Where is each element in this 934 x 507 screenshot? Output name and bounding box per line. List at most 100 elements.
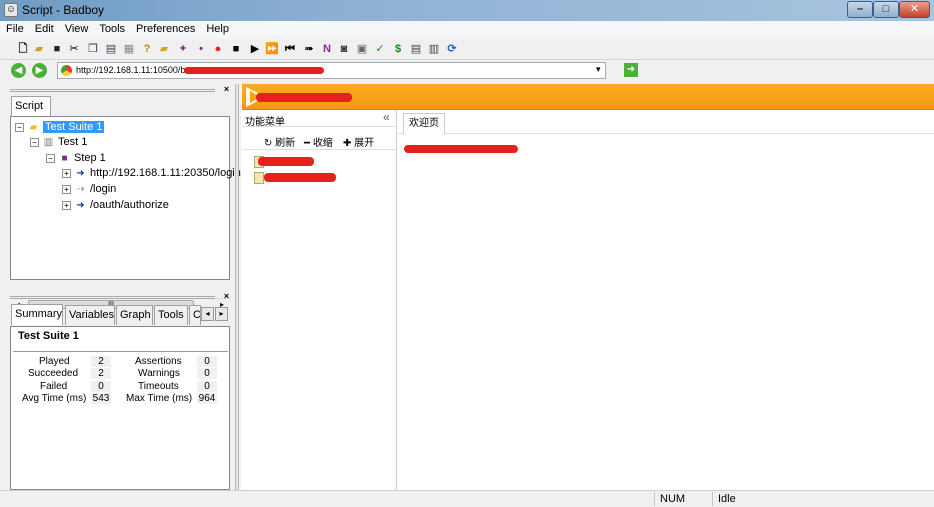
tab-summary[interactable]: Summary xyxy=(11,304,63,325)
play-icon[interactable]: ▶ xyxy=(248,42,262,56)
tree-item-test-suite[interactable]: − ▰ Test Suite 1 xyxy=(15,121,105,136)
screenshot-icon[interactable]: ◙ xyxy=(337,42,351,56)
redaction-mark[interactable] xyxy=(264,173,336,182)
menu-tools[interactable]: Tools xyxy=(93,21,130,35)
tree-item-request[interactable]: + ➜/oauth/authorize xyxy=(62,199,169,214)
menu-help[interactable]: Help xyxy=(200,21,234,35)
report-icon[interactable]: ▥ xyxy=(427,42,441,56)
open-folder-icon[interactable]: ▰ xyxy=(157,42,171,56)
open-icon[interactable]: ▰ xyxy=(32,42,46,56)
menu-edit[interactable]: Edit xyxy=(29,21,59,35)
request-arrow-icon: ➜ xyxy=(76,200,85,211)
stat-label: Avg Time (ms) xyxy=(22,393,87,404)
chrome-icon xyxy=(61,65,72,76)
summary-title: Test Suite 1 xyxy=(18,330,79,342)
stat-label: Assertions xyxy=(135,356,182,367)
collapse-icon[interactable]: − xyxy=(46,153,55,163)
tab-scroll-left-icon[interactable]: ◂ xyxy=(201,307,214,321)
refresh-button[interactable]: ↻ 刷新 xyxy=(264,134,295,149)
record-icon[interactable]: ● xyxy=(211,42,225,56)
stat-value: 964 xyxy=(197,393,217,404)
window-title: Script - Badboy xyxy=(22,3,105,17)
tab-scroll-right-icon[interactable]: ▸ xyxy=(215,307,228,321)
tab-variables[interactable]: Variables xyxy=(65,305,115,325)
check-icon[interactable]: ✓ xyxy=(373,42,387,56)
toolbar: 🗋 ▰ ■ ✂ ❐ ▤ ▦ ? ▰ ✦ • ● ■ ▶ ⏩ ⏮ ➠ N ◙ ▣ … xyxy=(0,39,934,60)
help-icon[interactable]: ? xyxy=(140,42,154,56)
left-pane: × Script − ▰ Test Suite 1 − ▥ Test 1 − ■ Step … xyxy=(8,84,241,490)
summary-panel-header: × xyxy=(8,292,233,303)
refresh-icon: ↻ xyxy=(264,138,273,149)
page-icon xyxy=(254,172,264,184)
forward-icon[interactable]: ▶ xyxy=(32,63,47,78)
num-lock-indicator: NUM xyxy=(654,492,712,506)
url-input[interactable]: http://192.168.1.11:10500/b ▾ xyxy=(57,62,606,79)
collapse-all-button[interactable]: ━ 收缩 xyxy=(304,134,333,149)
stat-value: 2 xyxy=(91,356,111,367)
expand-icon: ✚ xyxy=(343,138,352,149)
url-text: http://192.168.1.11:10500/b xyxy=(76,65,186,75)
back-icon[interactable]: ◀ xyxy=(11,63,26,78)
badboy-icon: ☺ xyxy=(4,3,18,17)
cut-icon[interactable]: ✂ xyxy=(67,42,81,56)
expand-icon[interactable]: + xyxy=(62,200,71,210)
n-icon[interactable]: N xyxy=(320,42,334,56)
refresh-icon[interactable]: ⟳ xyxy=(445,42,459,56)
stat-label: Max Time (ms) xyxy=(126,393,193,404)
summary-view: Test Suite 1 Played 2 Succeeded 2 Failed… xyxy=(10,326,230,490)
tab-welcome[interactable]: 欢迎页 xyxy=(403,113,445,134)
form-icon[interactable]: ▤ xyxy=(409,42,423,56)
status-text: Idle xyxy=(712,492,934,506)
step-icon: ■ xyxy=(61,153,68,164)
folder-icon: ▰ xyxy=(29,122,38,133)
web-content xyxy=(398,110,934,490)
close-icon[interactable]: × xyxy=(222,85,231,94)
add-step-icon[interactable]: • xyxy=(194,42,208,56)
stop-icon[interactable]: ■ xyxy=(229,42,243,56)
collapse-menu-button[interactable]: « xyxy=(383,110,390,124)
minimize-button[interactable]: – xyxy=(847,1,873,18)
menu-preferences[interactable]: Preferences xyxy=(130,21,200,35)
redaction-mark[interactable] xyxy=(258,157,314,166)
collapse-icon[interactable]: − xyxy=(15,122,24,132)
tree-item-request[interactable]: + ⇢/login xyxy=(62,183,116,198)
close-button[interactable]: ✕ xyxy=(899,1,930,18)
save-icon[interactable]: ■ xyxy=(50,42,64,56)
pane-splitter[interactable] xyxy=(235,84,239,490)
go-icon[interactable]: ➜ xyxy=(624,63,638,77)
url-dropdown-icon[interactable]: ▾ xyxy=(596,64,601,75)
menu-bar: File Edit View Tools Preferences Help xyxy=(0,21,934,39)
tree-item-request[interactable]: + ➜ http://192.168.1.11:20350/login xyxy=(62,167,241,182)
print-icon[interactable]: ▦ xyxy=(122,42,136,56)
web-side-menu: 功能菜单 « ↻ 刷新 ━ 收缩 ✚ 展开 xyxy=(242,110,397,490)
collapse-icon: ━ xyxy=(304,138,311,149)
tab-graph[interactable]: Graph xyxy=(116,305,153,325)
checkpoint-icon[interactable]: ▣ xyxy=(355,42,369,56)
add-item-icon[interactable]: ✦ xyxy=(176,42,190,56)
variable-icon[interactable]: $ xyxy=(391,42,405,56)
tree-item-test[interactable]: − ▥ Test 1 xyxy=(30,136,87,151)
expand-icon[interactable]: + xyxy=(62,168,71,178)
expand-icon[interactable]: + xyxy=(62,184,71,194)
tab-more[interactable]: C xyxy=(189,305,201,325)
collapse-icon[interactable]: − xyxy=(30,137,39,147)
new-icon[interactable]: 🗋 xyxy=(16,42,30,56)
stat-label: Timeouts xyxy=(138,381,179,392)
tab-script[interactable]: Script xyxy=(11,96,51,117)
play-all-icon[interactable]: ⏩ xyxy=(265,42,279,56)
paste-icon[interactable]: ▤ xyxy=(104,42,118,56)
tab-tools[interactable]: Tools xyxy=(154,305,188,325)
maximize-button[interactable]: □ xyxy=(873,1,899,18)
tree-item-step[interactable]: − ■ Step 1 xyxy=(46,152,106,167)
menu-view[interactable]: View xyxy=(59,21,94,35)
step-forward-icon[interactable]: ➠ xyxy=(302,42,316,56)
stat-label: Failed xyxy=(40,381,68,392)
close-icon[interactable]: × xyxy=(222,292,231,301)
stat-label: Succeeded xyxy=(28,368,79,379)
copy-icon[interactable]: ❐ xyxy=(86,42,100,56)
stat-label: Warnings xyxy=(138,368,180,379)
stat-value: 2 xyxy=(91,368,111,379)
menu-file[interactable]: File xyxy=(0,21,29,35)
expand-all-button[interactable]: ✚ 展开 xyxy=(343,134,374,149)
rewind-icon[interactable]: ⏮ xyxy=(283,42,297,56)
